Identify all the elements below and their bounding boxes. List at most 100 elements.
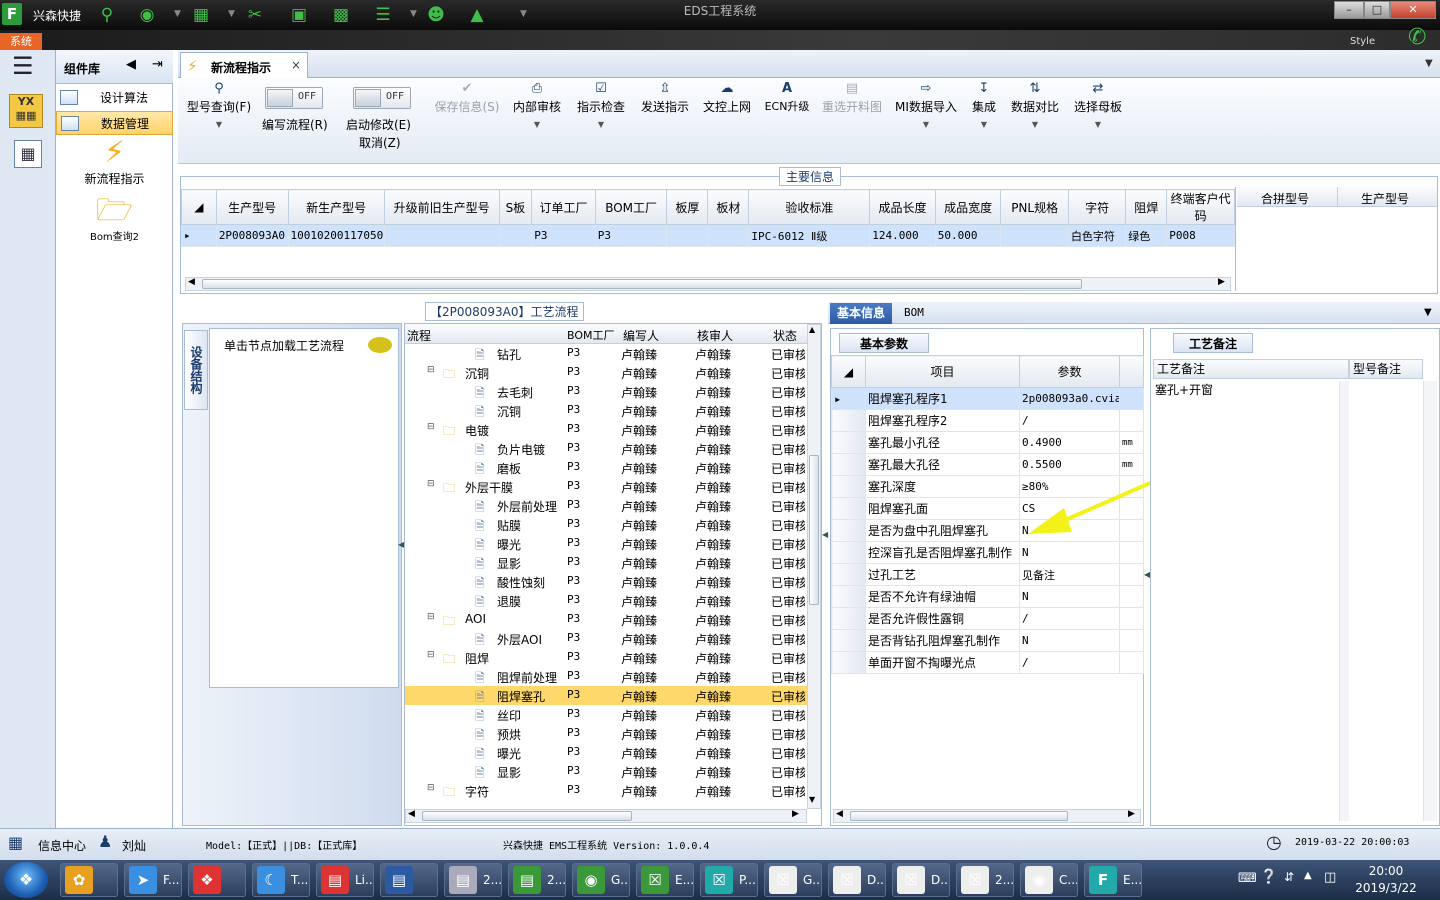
taskbar-button[interactable]: ❖: [188, 863, 246, 897]
tray-arrow-icon[interactable]: ▲: [1304, 870, 1312, 881]
scroll-thumb[interactable]: [202, 279, 1082, 289]
internal-review-button[interactable]: ⎙ 内部审核 ▼: [510, 80, 564, 160]
arrow-left-icon[interactable]: ◀: [188, 277, 195, 287]
table-cell[interactable]: 绿色: [1125, 224, 1168, 247]
table-cell[interactable]: [666, 224, 709, 247]
model-query-button[interactable]: ⚲ 型号查询(F) ▼: [184, 80, 254, 160]
start-modify-toggle[interactable]: OFF: [353, 87, 411, 109]
column-header[interactable]: 成品长度: [869, 189, 936, 225]
tree-row[interactable]: 🗎 磨板 P3 卢翰臻 卢翰臻 已审核: [405, 458, 807, 477]
tree-row[interactable]: 🗎 预烘 P3 卢翰臻 卢翰臻 已审核: [405, 724, 807, 743]
start-button[interactable]: ❖: [4, 862, 48, 898]
phone-icon[interactable]: ✆: [1408, 25, 1426, 50]
column-header[interactable]: 阻焊: [1125, 189, 1168, 225]
pin-icon[interactable]: ⇥: [152, 57, 163, 72]
param-value[interactable]: /: [1019, 409, 1120, 432]
chevron-down-icon[interactable]: ▼: [520, 9, 527, 19]
column-header[interactable]: 订单工厂: [531, 189, 596, 225]
tree-row[interactable]: 🗎 曝光 P3 卢翰臻 卢翰臻 已审核: [405, 534, 807, 553]
param-value[interactable]: N: [1019, 585, 1120, 608]
table-cell[interactable]: 白色字符: [1067, 224, 1127, 247]
maximize-button[interactable]: □: [1364, 1, 1390, 19]
reselect-button[interactable]: ▤ 重选开料图: [818, 80, 886, 160]
params-hscroll[interactable]: ◀ ▶: [833, 809, 1141, 823]
column-header[interactable]: BOM工厂: [594, 189, 668, 225]
taskbar-button[interactable]: ☒ D...: [892, 863, 950, 897]
mi-import-button[interactable]: ⇨ MI数据导入 ▼: [892, 80, 960, 160]
taskbar-clock[interactable]: 20:00 2019/3/22: [1346, 863, 1426, 897]
param-value[interactable]: N: [1019, 541, 1120, 564]
edit-flow-toggle[interactable]: OFF: [265, 87, 323, 109]
style-menu[interactable]: Style: [1350, 36, 1375, 47]
tree-row[interactable]: 🗎 沉铜 P3 卢翰臻 卢翰臻 已审核: [405, 401, 807, 420]
arrow-down-icon[interactable]: ▼: [809, 795, 815, 804]
table-cell[interactable]: 10010200117050: [287, 224, 385, 247]
tree-row[interactable]: 🗎 丝印 P3 卢翰臻 卢翰臻 已审核: [405, 705, 807, 724]
chevron-down-icon[interactable]: ▼: [174, 9, 181, 19]
taskbar-button[interactable]: F E...: [1084, 863, 1142, 897]
notes-vscroll[interactable]: [1423, 381, 1437, 821]
list-icon[interactable]: ☰: [372, 4, 394, 26]
scroll-thumb[interactable]: [850, 811, 1068, 821]
taskbar-button[interactable]: ☒ D...: [828, 863, 886, 897]
instruction-check-button[interactable]: ☑ 指示检查 ▼: [574, 80, 628, 160]
table-cell[interactable]: 2P008093A0: [215, 224, 289, 247]
column-header[interactable]: 升级前旧生产型号: [383, 189, 500, 225]
column-header[interactable]: 成品宽度: [934, 189, 1002, 225]
integrate-button[interactable]: ↧ 集成 ▼: [966, 80, 1002, 160]
column-header[interactable]: PNL规格: [1000, 189, 1069, 225]
column-header[interactable]: S板: [498, 189, 533, 225]
help-icon[interactable]: ❔: [1260, 869, 1277, 885]
taskbar-button[interactable]: ✿: [60, 863, 118, 897]
user-icon[interactable]: ☻: [425, 4, 447, 26]
param-value[interactable]: 2p008093a0.cvia: [1019, 387, 1120, 410]
param-value[interactable]: 见备注: [1019, 563, 1120, 586]
tree-row[interactable]: 🗎 负片电镀 P3 卢翰臻 卢翰臻 已审核: [405, 439, 807, 458]
collapse-icon[interactable]: ⊟: [427, 365, 435, 375]
tree-row[interactable]: 🗎 去毛刺 P3 卢翰臻 卢翰臻 已审核: [405, 382, 807, 401]
info-center-link[interactable]: 信息中心: [38, 837, 86, 854]
globe-icon[interactable]: ◉: [136, 4, 158, 26]
main-info-hscroll[interactable]: ◀ ▶: [185, 277, 1231, 291]
tree-row[interactable]: 🗎 显影 P3 卢翰臻 卢翰臻 已审核: [405, 553, 807, 572]
tree-row[interactable]: ⊟ 🗀 外层干膜 P3 卢翰臻 卢翰臻 已审核: [405, 477, 807, 496]
param-row[interactable]: 是否允许假性露铜 /: [831, 607, 1144, 630]
param-row[interactable]: ▸ 阻焊塞孔程序1 2p008093a0.cvia: [831, 387, 1144, 410]
taskbar-button[interactable]: ➤ F...: [124, 863, 182, 897]
grid-icon[interactable]: ▦: [190, 4, 212, 26]
minimize-button[interactable]: –: [1334, 1, 1364, 19]
column-header[interactable]: 终端客户代码: [1166, 189, 1235, 225]
edit-flow-label[interactable]: 编写流程(R): [262, 116, 328, 133]
search-icon[interactable]: ⚲: [96, 4, 118, 26]
taskbar-button[interactable]: ☾ T...: [252, 863, 310, 897]
tree-vscroll[interactable]: ▲ ▼: [807, 324, 821, 809]
library-item-design-algorithm[interactable]: 设计算法: [56, 86, 173, 110]
param-value[interactable]: /: [1019, 607, 1120, 630]
tree-row[interactable]: 🗎 阻焊塞孔 P3 卢翰臻 卢翰臻 已审核: [405, 686, 807, 705]
chevron-down-icon[interactable]: ▼: [410, 9, 417, 19]
chevron-down-icon[interactable]: ▼: [1424, 307, 1432, 318]
table-cell[interactable]: P3: [531, 224, 596, 247]
column-header[interactable]: 新生产型号: [287, 189, 385, 225]
library-item-bom-query[interactable]: 🗁 Bom查询2: [56, 194, 173, 244]
taskbar-button[interactable]: ◉ G...: [572, 863, 630, 897]
tab-new-flow[interactable]: ⚡ 新流程指示 ×: [180, 52, 308, 79]
select-board-button[interactable]: ⇄ 选择母板 ▼: [1070, 80, 1126, 160]
table-cell[interactable]: IPC-6012 Ⅱ级: [748, 224, 871, 247]
taskbar-button[interactable]: ☒ 2...: [956, 863, 1014, 897]
tab-basic-info[interactable]: 基本信息: [830, 303, 892, 324]
tab-list-icon[interactable]: ▼: [1425, 58, 1433, 69]
library-item-data-management[interactable]: 数据管理: [56, 111, 173, 135]
ecn-upgrade-button[interactable]: A ECN升级: [762, 80, 812, 160]
tree-row[interactable]: 🗎 阻焊前处理 P3 卢翰臻 卢翰臻 已审核: [405, 667, 807, 686]
keyboard-icon[interactable]: ⌨: [1238, 871, 1257, 886]
tree-row[interactable]: 🗎 外层前处理 P3 卢翰臻 卢翰臻 已审核: [405, 496, 807, 515]
table-cell[interactable]: P3: [594, 224, 668, 247]
scroll-thumb[interactable]: [422, 811, 632, 821]
taskbar-button[interactable]: ▤ 2...: [508, 863, 566, 897]
collapse-icon[interactable]: ⊟: [427, 783, 435, 793]
param-value[interactable]: N: [1019, 629, 1120, 652]
tab-basic-params[interactable]: 基本参数: [839, 333, 929, 353]
taskbar-button[interactable]: ▤ Li...: [316, 863, 374, 897]
taskbar-button[interactable]: ▤ 2...: [444, 863, 502, 897]
